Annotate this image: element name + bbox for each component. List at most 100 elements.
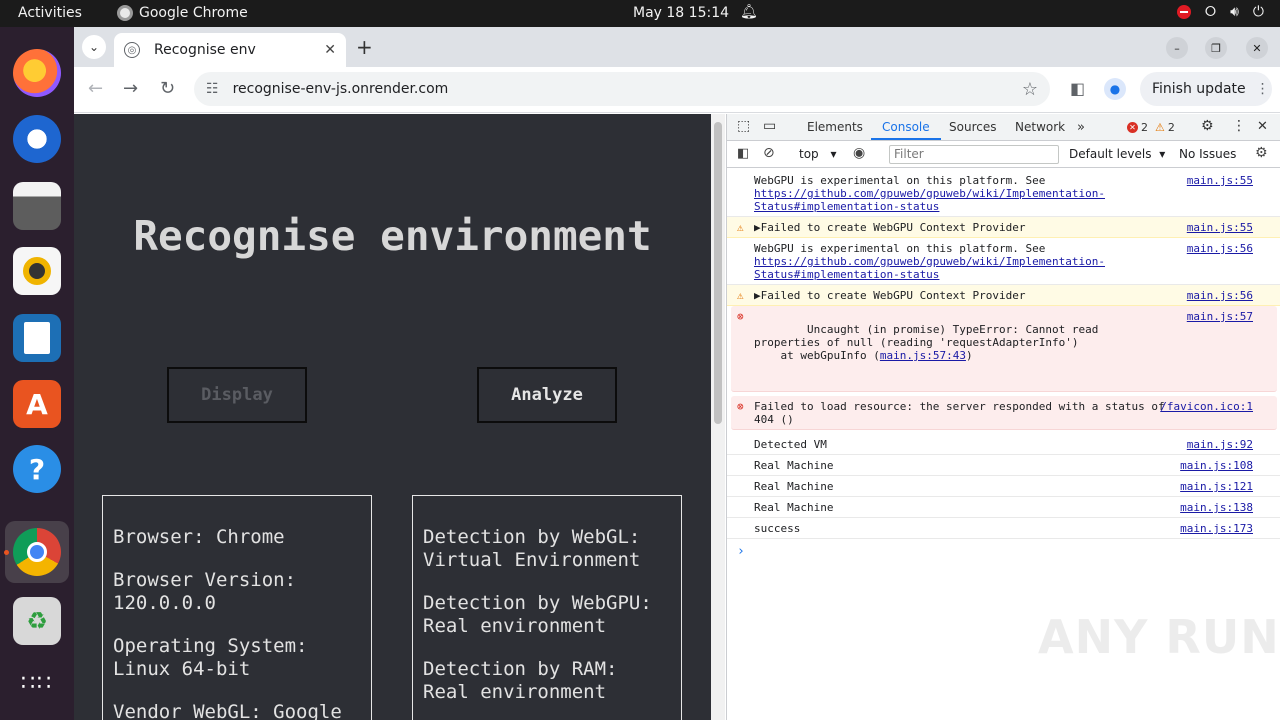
message-source-link[interactable]: main.js:108 <box>1180 459 1253 472</box>
console-log: WebGPU is experimental on this platform.… <box>727 170 1280 558</box>
back-icon[interactable]: ← <box>88 78 103 99</box>
chrome-dock-icon[interactable] <box>13 528 61 576</box>
settings-gear-icon[interactable]: ⚙ <box>1201 118 1214 134</box>
message-source-link[interactable]: main.js:138 <box>1180 501 1253 514</box>
warning-count: 2 <box>1167 121 1175 134</box>
error-count-badge[interactable]: ✕ 2 ⚠ 2 <box>1127 121 1175 134</box>
device-toolbar-icon[interactable]: ▭ <box>763 118 776 134</box>
activities-button[interactable]: Activities <box>18 5 82 21</box>
profile-avatar-icon[interactable]: ● <box>1104 78 1126 100</box>
context-value: top <box>799 147 819 161</box>
notification-bell-icon[interactable]: 🔔︎ <box>740 4 758 20</box>
message-link[interactable]: https://github.com/gpuweb/gpuweb/wiki/Im… <box>754 187 1105 213</box>
message-source-link[interactable]: main.js:55 <box>1187 221 1253 234</box>
reload-icon[interactable]: ↻ <box>160 78 175 99</box>
scrollbar-thumb[interactable] <box>714 122 722 424</box>
system-tray[interactable]: ⭘ 🔊︎ ⏻ <box>1176 4 1264 20</box>
page-scrollbar[interactable] <box>711 114 725 720</box>
display-button[interactable]: Display <box>167 367 307 423</box>
info-browser-version: Browser Version: 120.0.0.0 <box>113 569 297 614</box>
error-icon: ✕ <box>1127 122 1138 133</box>
message-text[interactable]: ▶Failed to create WebGPU Context Provide… <box>754 289 1026 302</box>
inspect-element-icon[interactable]: ⬚ <box>737 118 750 134</box>
detection-ram: Detection by RAM: Real environment <box>423 658 618 703</box>
message-text-tail: ) <box>965 349 973 362</box>
thunderbird-icon[interactable] <box>13 115 61 163</box>
context-select[interactable]: top ▾ <box>799 147 837 161</box>
message-source-link[interactable]: /favicon.ico:1 <box>1160 400 1253 413</box>
console-error: ⊗ Uncaught (in promise) TypeError: Cannot… <box>731 306 1277 392</box>
more-tabs-icon[interactable]: » <box>1077 120 1085 135</box>
clear-console-icon[interactable]: ⊘ <box>763 145 775 161</box>
url-text: recognise-env-js.onrender.com <box>232 81 449 97</box>
new-tab-icon[interactable]: + <box>356 35 373 59</box>
devtools-tab-bar: ⬚ ▭ Elements Console Sources Network » ✕… <box>727 114 1280 141</box>
globe-icon: ◎ <box>124 42 140 58</box>
warning-icon: ⚠ <box>1155 121 1165 134</box>
message-text[interactable]: ▶Failed to create WebGPU Context Provide… <box>754 221 1026 234</box>
message-source-link[interactable]: main.js:173 <box>1180 522 1253 535</box>
app-center-icon[interactable]: A <box>13 380 61 428</box>
rhythmbox-icon[interactable] <box>13 247 61 295</box>
site-info-icon[interactable]: ☷ <box>206 81 219 97</box>
close-window-icon[interactable]: ✕ <box>1246 37 1268 59</box>
firefox-icon[interactable] <box>13 49 61 97</box>
info-os: Operating System: Linux 64-bit <box>113 635 308 680</box>
finish-update-button[interactable]: Finish update ⋮ <box>1140 72 1272 106</box>
message-text: Real Machine <box>754 480 834 493</box>
issues-counter[interactable]: No Issues <box>1179 147 1236 161</box>
sidebar-toggle-icon[interactable]: ◧ <box>737 146 749 161</box>
message-source-link[interactable]: main.js:56 <box>1187 242 1253 255</box>
forward-icon[interactable]: → <box>123 78 138 99</box>
devtools-menu-icon[interactable]: ⋮ <box>1232 118 1246 134</box>
message-source-link[interactable]: main.js:55 <box>1187 174 1253 187</box>
detection-webgpu: Detection by WebGPU: Real environment <box>423 592 652 637</box>
tab-network[interactable]: Network <box>1015 120 1065 134</box>
message-source-link[interactable]: main.js:92 <box>1187 438 1253 451</box>
recording-indicator-icon[interactable] <box>1176 5 1191 19</box>
console-prompt[interactable]: › <box>727 539 1280 558</box>
warning-icon: ⚠ <box>737 221 744 234</box>
libreoffice-writer-icon[interactable] <box>13 314 61 362</box>
address-bar[interactable]: ☷ recognise-env-js.onrender.com ☆ <box>194 72 1050 106</box>
console-message: Real Machine main.js:108 <box>727 455 1280 476</box>
chevron-down-icon: ▾ <box>830 147 837 161</box>
stack-frame-link[interactable]: main.js:57:43 <box>880 349 966 362</box>
dock: A ? ♻ ∷∷ <box>0 27 74 720</box>
show-apps-icon[interactable]: ∷∷ <box>13 659 61 707</box>
console-toolbar: ◧ ⊘ top ▾ ◉ Filter Default levels ▾ No I… <box>727 142 1280 168</box>
tab-elements[interactable]: Elements <box>807 120 863 134</box>
analyze-button[interactable]: Analyze <box>477 367 617 423</box>
side-panel-icon[interactable]: ◧ <box>1070 79 1085 98</box>
console-filter-input[interactable]: Filter <box>889 145 1059 164</box>
restore-icon[interactable]: ❐ <box>1205 37 1227 59</box>
files-icon[interactable] <box>13 182 61 230</box>
chevron-down-icon: ▾ <box>1159 147 1166 161</box>
console-message: Real Machine main.js:138 <box>727 497 1280 518</box>
app-menu[interactable]: Google Chrome <box>117 5 248 21</box>
minimize-icon[interactable]: – <box>1166 37 1188 59</box>
clock[interactable]: May 18 15:14 <box>633 5 729 21</box>
error-count: 2 <box>1141 121 1148 134</box>
message-source-link[interactable]: main.js:57 <box>1187 310 1253 323</box>
tab-recognise-env[interactable]: ◎ Recognise env ✕ <box>114 33 346 67</box>
devtools-close-icon[interactable]: ✕ <box>1257 119 1268 134</box>
tab-console[interactable]: Console <box>882 120 930 134</box>
message-source-link[interactable]: main.js:56 <box>1187 289 1253 302</box>
console-settings-icon[interactable]: ⚙ <box>1255 145 1268 161</box>
bookmark-star-icon[interactable]: ☆ <box>1022 79 1038 100</box>
live-expression-eye-icon[interactable]: ◉ <box>853 145 865 161</box>
message-text: Real Machine <box>754 459 834 472</box>
message-link[interactable]: https://github.com/gpuweb/gpuweb/wiki/Im… <box>754 255 1105 281</box>
tab-close-icon[interactable]: ✕ <box>324 42 336 58</box>
error-icon: ⊗ <box>737 400 744 413</box>
trash-icon[interactable]: ♻ <box>13 597 61 645</box>
tab-search-chevron-icon[interactable]: ⌄ <box>82 35 106 59</box>
volume-icon: 🔊︎ <box>1230 4 1239 20</box>
help-icon[interactable]: ? <box>13 445 61 493</box>
log-levels-dropdown[interactable]: Default levels ▾ <box>1069 147 1165 161</box>
app-name: Google Chrome <box>139 5 248 21</box>
message-source-link[interactable]: main.js:121 <box>1180 480 1253 493</box>
tab-sources[interactable]: Sources <box>949 120 996 134</box>
detection-webgl: Detection by WebGL: Virtual Environment <box>423 526 641 571</box>
